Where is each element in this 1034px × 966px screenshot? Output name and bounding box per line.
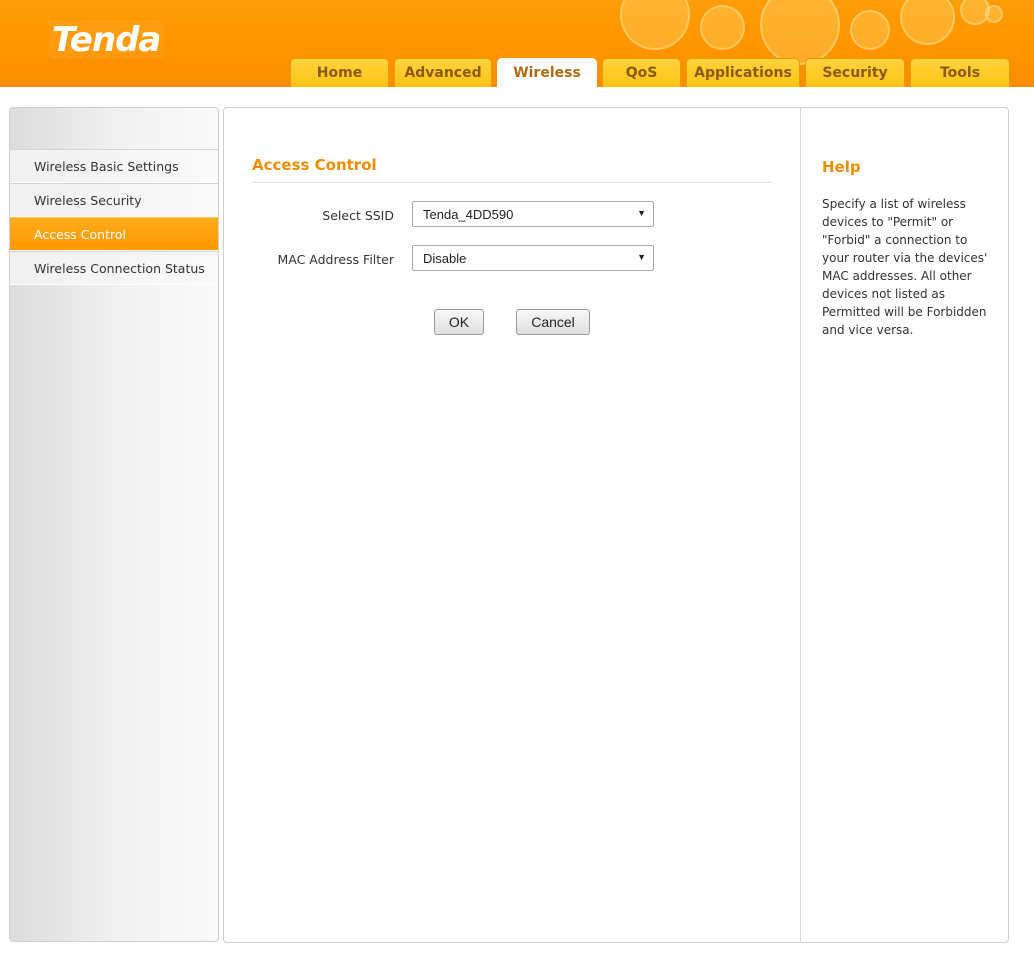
sidebar: Wireless Basic Settings Wireless Securit… — [9, 107, 219, 942]
ok-button[interactable]: OK — [434, 309, 484, 335]
triangle-down-icon: ▼ — [637, 208, 646, 218]
decor-bubble — [700, 5, 745, 50]
header-bar: Tenda Home Advanced Wireless QoS Applica… — [0, 0, 1034, 87]
tab-wireless[interactable]: Wireless — [497, 58, 597, 87]
mac-filter-select-value: Disable — [423, 250, 467, 266]
logo-text: Tenda — [52, 20, 161, 60]
triangle-down-icon: ▼ — [637, 252, 646, 262]
decor-bubble — [620, 0, 690, 50]
decor-bubble — [850, 10, 890, 50]
ssid-select[interactable]: Tenda_4DD590 ▼ — [412, 201, 654, 227]
tab-security[interactable]: Security — [805, 58, 905, 87]
tab-advanced[interactable]: Advanced — [394, 58, 492, 87]
mac-filter-label: MAC Address Filter — [277, 252, 394, 267]
help-divider — [800, 108, 801, 942]
tab-home[interactable]: Home — [290, 58, 389, 87]
sidebar-item-access-control[interactable]: Access Control — [10, 217, 218, 251]
ssid-select-value: Tenda_4DD590 — [423, 206, 514, 222]
main-nav-tabs: Home Advanced Wireless QoS Applications … — [290, 58, 1015, 87]
tenda-logo: Tenda — [48, 20, 165, 60]
sidebar-item-wireless-basic-settings[interactable]: Wireless Basic Settings — [10, 149, 218, 183]
decor-bubble — [985, 5, 1003, 23]
ssid-label: Select SSID — [322, 208, 394, 223]
tab-applications[interactable]: Applications — [686, 58, 800, 87]
title-divider — [252, 182, 772, 183]
help-title: Help — [822, 158, 861, 176]
sidebar-item-wireless-security[interactable]: Wireless Security — [10, 183, 218, 217]
page-title: Access Control — [252, 156, 377, 174]
decor-bubble — [760, 0, 840, 65]
mac-filter-select[interactable]: Disable ▼ — [412, 245, 654, 271]
sidebar-item-wireless-connection-status[interactable]: Wireless Connection Status — [10, 251, 218, 285]
content-panel: Access Control Select SSID Tenda_4DD590 … — [223, 107, 1009, 943]
decor-bubble — [900, 0, 955, 45]
help-text: Specify a list of wireless devices to "P… — [822, 197, 988, 337]
tab-tools[interactable]: Tools — [910, 58, 1010, 87]
cancel-button[interactable]: Cancel — [516, 309, 590, 335]
tab-qos[interactable]: QoS — [602, 58, 681, 87]
